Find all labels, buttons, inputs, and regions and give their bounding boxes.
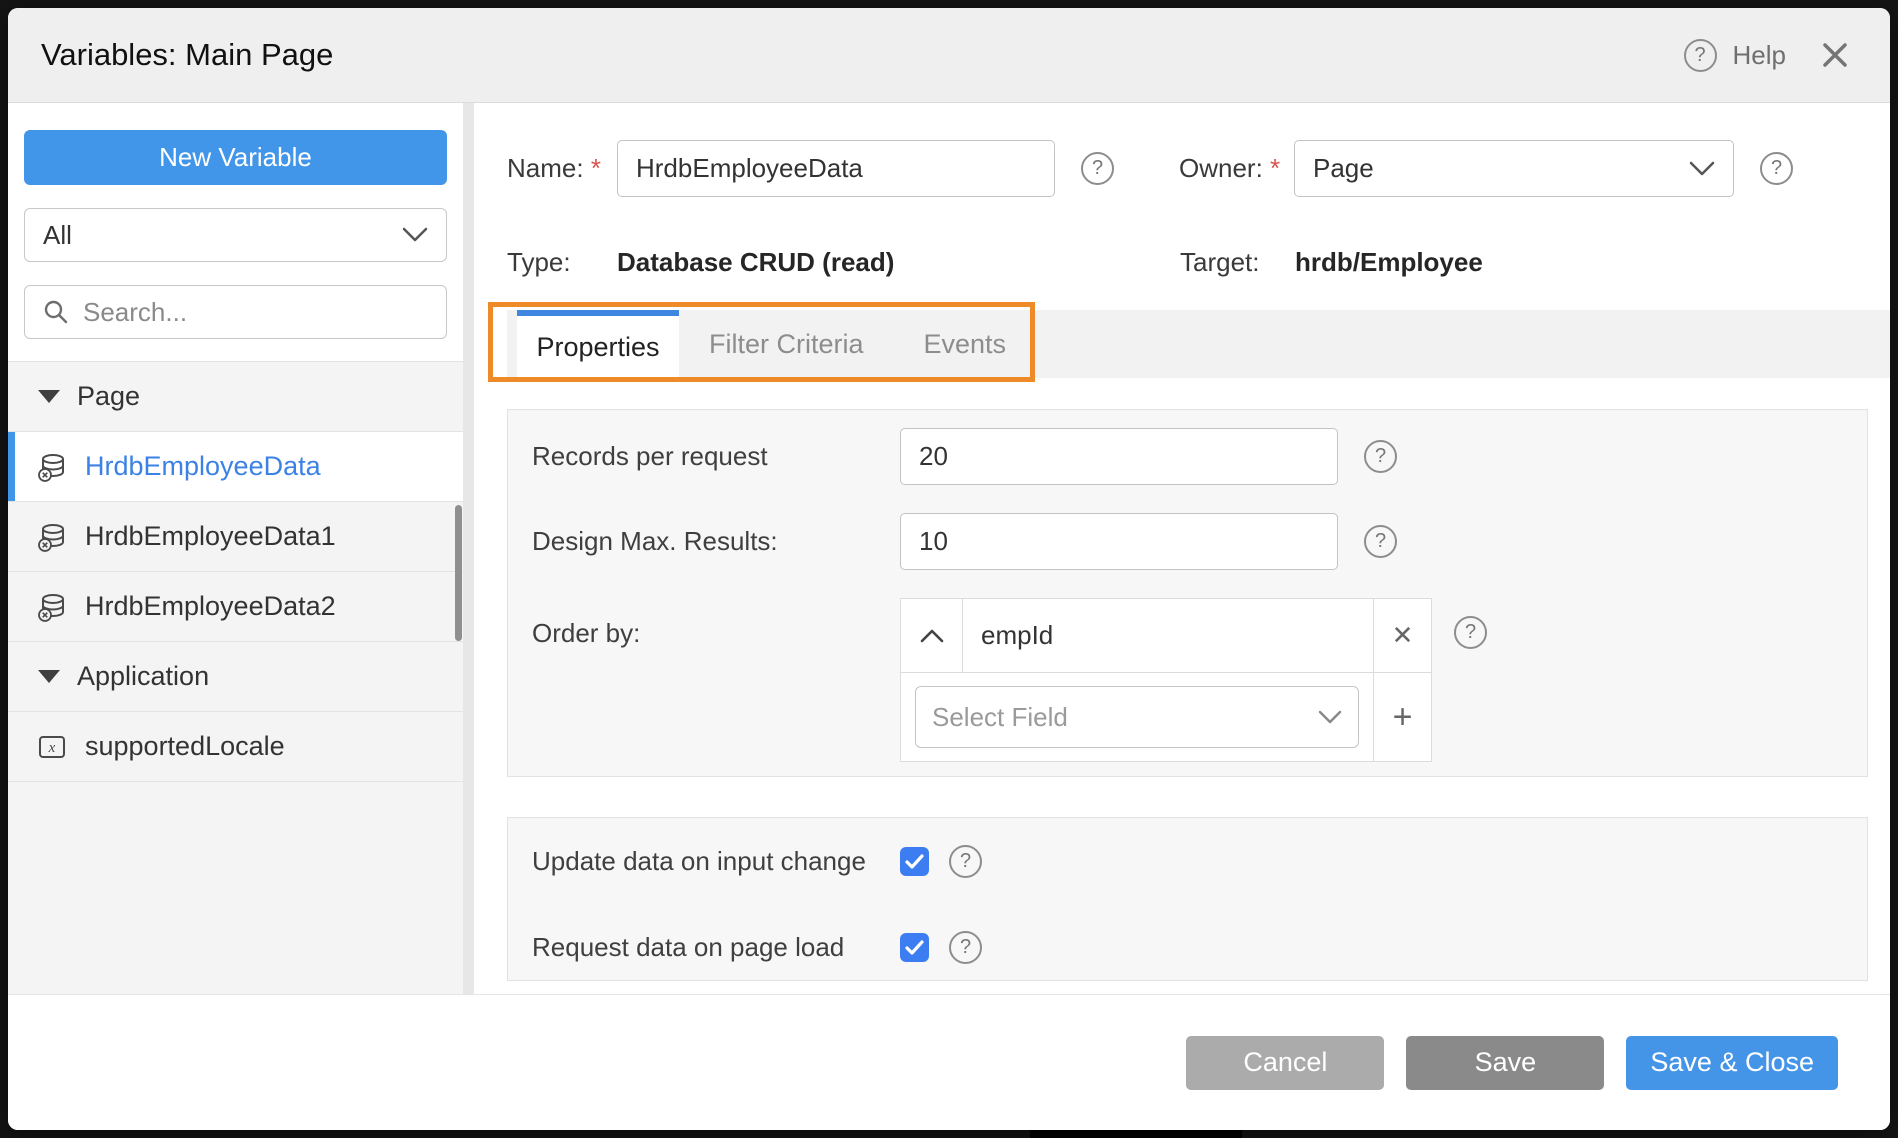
search-input[interactable]: Search...: [24, 285, 447, 339]
help-icon[interactable]: ?: [1684, 39, 1717, 72]
tree-item-hrdbemployeedata[interactable]: HrdbEmployeeData: [8, 431, 463, 501]
records-per-request-help-icon[interactable]: ?: [1364, 440, 1397, 473]
variable-filter-value: All: [43, 220, 72, 251]
tree-item-supportedlocale[interactable]: x supportedLocale: [8, 711, 463, 781]
new-variable-button[interactable]: New Variable: [24, 130, 447, 185]
request-on-page-load-label: Request data on page load: [532, 932, 900, 963]
design-max-results-label: Design Max. Results:: [532, 526, 900, 557]
add-order-field-icon[interactable]: +: [1373, 673, 1431, 761]
search-icon: [43, 299, 69, 325]
tree-group-page[interactable]: Page: [8, 361, 463, 431]
tab-bar: Properties Filter Criteria Events: [507, 310, 1890, 378]
checkmark-icon: [905, 854, 924, 869]
required-asterisk: *: [1270, 153, 1280, 183]
update-on-input-change-help-icon[interactable]: ?: [949, 845, 982, 878]
help-link[interactable]: Help: [1733, 40, 1786, 71]
dialog-header: Variables: Main Page ? Help: [8, 8, 1890, 103]
type-label: Type:: [507, 247, 617, 278]
order-by-field-value[interactable]: empId: [963, 599, 1373, 672]
update-on-input-change-label: Update data on input change: [532, 846, 900, 877]
remove-order-field-icon[interactable]: ✕: [1373, 599, 1431, 673]
collapse-triangle-icon: [38, 670, 60, 683]
database-variable-icon: [36, 591, 68, 623]
variables-tree: Page HrdbEmployeeData: [8, 361, 463, 994]
cancel-button[interactable]: Cancel: [1186, 1036, 1384, 1090]
records-per-request-label: Records per request: [532, 441, 900, 472]
sidebar-divider: [463, 103, 474, 994]
data-behavior-panel: Update data on input change ? Request da…: [507, 817, 1868, 981]
search-placeholder: Search...: [83, 297, 187, 328]
update-on-input-change-checkbox[interactable]: [900, 847, 929, 876]
owner-label: Owner: *: [1179, 153, 1294, 184]
properties-panel: Records per request ? Design Max. Result…: [507, 409, 1868, 777]
variables-sidebar: New Variable All Search... Page: [8, 103, 463, 994]
request-on-page-load-help-icon[interactable]: ?: [949, 931, 982, 964]
collapse-triangle-icon: [38, 390, 60, 403]
tree-item-hrdbemployeedata1[interactable]: HrdbEmployeeData1: [8, 501, 463, 571]
database-variable-icon: [36, 521, 68, 553]
database-variable-icon: [36, 451, 68, 483]
tab-properties[interactable]: Properties: [517, 310, 679, 378]
model-variable-icon: x: [36, 731, 68, 763]
dialog-title: Variables: Main Page: [41, 37, 333, 73]
owner-select[interactable]: Page: [1294, 140, 1734, 197]
tree-empty-area: [8, 781, 463, 994]
tab-events[interactable]: Events: [894, 310, 1037, 378]
name-help-icon[interactable]: ?: [1081, 152, 1114, 185]
dialog-footer: Cancel Save Save & Close: [8, 994, 1890, 1130]
name-label: Name: *: [507, 153, 617, 184]
design-max-results-help-icon[interactable]: ?: [1364, 525, 1397, 558]
order-by-help-icon[interactable]: ?: [1454, 616, 1487, 649]
sidebar-scrollbar[interactable]: [455, 505, 462, 641]
chevron-down-icon: [402, 227, 428, 243]
order-by-label: Order by:: [532, 598, 900, 649]
variable-filter-select[interactable]: All: [24, 208, 447, 262]
tab-filter-criteria[interactable]: Filter Criteria: [679, 310, 894, 378]
tree-group-application[interactable]: Application: [8, 641, 463, 711]
tree-item-hrdbemployeedata2[interactable]: HrdbEmployeeData2: [8, 571, 463, 641]
required-asterisk: *: [591, 153, 601, 183]
select-field-placeholder: Select Field: [932, 702, 1068, 733]
checkmark-icon: [905, 940, 924, 955]
owner-value: Page: [1313, 153, 1374, 184]
request-on-page-load-checkbox[interactable]: [900, 933, 929, 962]
chevron-down-icon: [1318, 710, 1342, 725]
owner-help-icon[interactable]: ?: [1760, 152, 1793, 185]
save-button[interactable]: Save: [1406, 1036, 1604, 1090]
svg-text:x: x: [48, 740, 56, 756]
target-value: hrdb/Employee: [1295, 247, 1483, 278]
name-input[interactable]: [617, 140, 1055, 197]
order-by-widget: empId ✕ Select Field +: [900, 598, 1432, 762]
selected-indicator: [8, 432, 15, 501]
save-and-close-button[interactable]: Save & Close: [1626, 1036, 1838, 1090]
variables-dialog: Variables: Main Page ? Help New Variable…: [8, 8, 1890, 1130]
close-icon[interactable]: [1820, 40, 1850, 70]
type-value: Database CRUD (read): [617, 247, 1180, 278]
records-per-request-input[interactable]: [900, 428, 1338, 485]
variable-detail-panel: Name: * ? Owner: * Page ? Type: Database…: [474, 103, 1890, 994]
target-label: Target:: [1180, 247, 1295, 278]
design-max-results-input[interactable]: [900, 513, 1338, 570]
chevron-down-icon: [1689, 161, 1715, 177]
select-field-dropdown[interactable]: Select Field: [915, 686, 1359, 748]
sort-ascending-icon[interactable]: [901, 599, 963, 672]
